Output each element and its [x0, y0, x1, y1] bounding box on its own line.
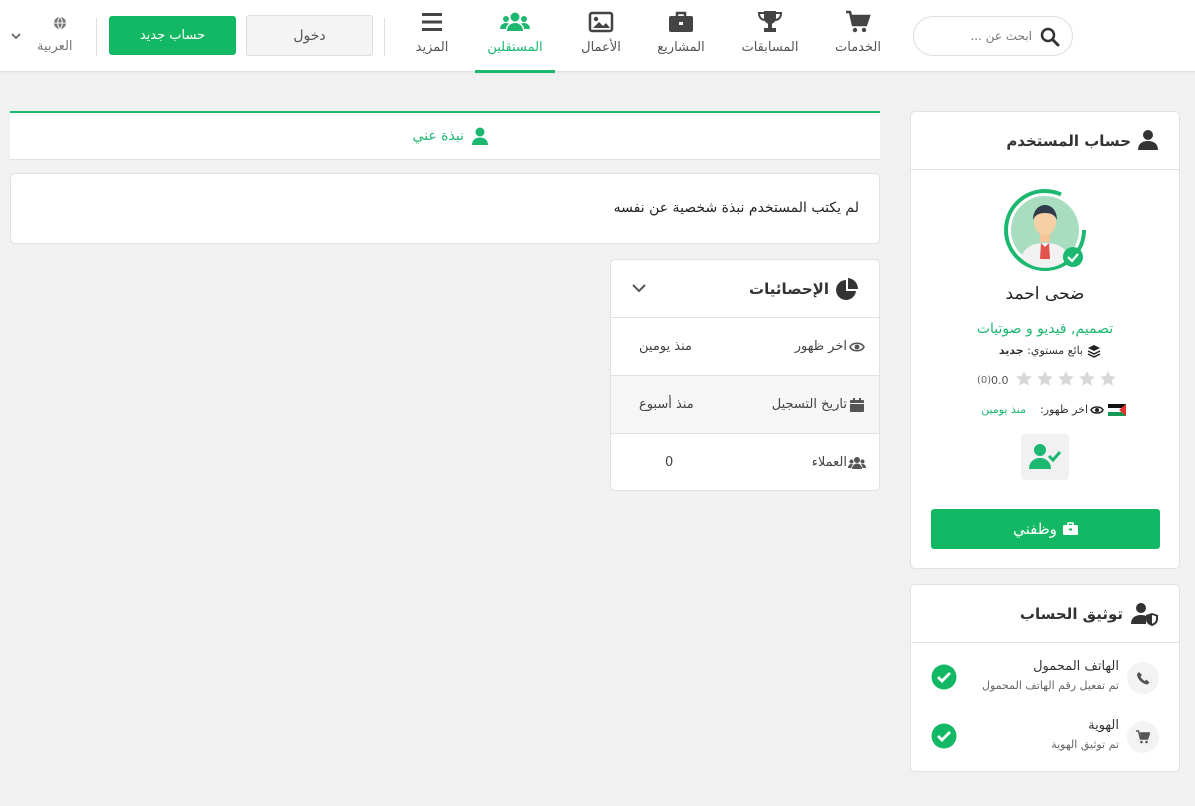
user-name: ضحى احمد	[1005, 284, 1085, 304]
nav-more[interactable]: المزيد	[410, 10, 454, 72]
stat-label: تاريخ التسجيل	[771, 397, 847, 412]
phone-icon	[1137, 672, 1150, 685]
last-seen: اخر ظهور: منذ يومين	[966, 402, 1126, 418]
verify-row-phone: الهاتف المحمول تم تفعيل رقم الهاتف المحم…	[911, 655, 1179, 699]
bio-text: لم يكتب المستخدم نبذة شخصية عن نفسه	[613, 200, 859, 216]
avatar[interactable]	[1003, 188, 1087, 272]
stat-value: منذ يومين	[639, 339, 692, 354]
star-rating-icons	[1016, 371, 1115, 386]
verify-subtitle: تم توثيق الهوية	[1051, 738, 1119, 751]
stat-row-registration-date: تاريخ التسجيل منذ أسبوع	[611, 376, 879, 434]
briefcase-icon	[1062, 522, 1078, 535]
nav-portfolio[interactable]: الأعمال	[574, 10, 628, 72]
stat-row-last-seen: اخر ظهور منذ يومين	[611, 318, 879, 376]
check-circle-icon	[931, 723, 957, 749]
chevron-down-icon[interactable]	[631, 282, 647, 294]
rating: (0) 0.0	[977, 370, 1117, 390]
verify-subtitle: تم تفعيل رقم الهاتف المحمول	[981, 679, 1119, 692]
cart-icon	[1136, 730, 1150, 744]
hire-me-button[interactable]: وظفني	[931, 509, 1160, 549]
stat-label: اخر ظهور	[794, 339, 847, 354]
layers-icon	[1087, 345, 1101, 358]
stat-row-clients: العملاء 0	[611, 434, 879, 490]
statistics-card: الإحصائيات اخر ظهور منذ يومين تاريخ التس…	[610, 259, 880, 491]
nav-label: المزيد	[415, 40, 449, 55]
cart-icon	[846, 10, 871, 33]
top-header: كفيل ابحث عن ... الخدمات المسابقات	[0, 0, 1195, 73]
card-title: حساب المستخدم	[1006, 132, 1131, 150]
follow-button[interactable]	[1021, 434, 1069, 480]
verify-row-identity: الهوية تم توثيق الهوية	[911, 714, 1179, 758]
users-icon	[848, 457, 866, 469]
language-label: العربية	[37, 39, 73, 54]
search-placeholder: ابحث عن ...	[970, 29, 1032, 43]
account-verification-card: توثيق الحساب الهاتف المحمول تم تفعيل رقم…	[910, 584, 1180, 772]
card-header: حساب المستخدم	[911, 112, 1179, 170]
nav-label: الخدمات	[835, 40, 881, 55]
trophy-icon	[757, 11, 783, 32]
login-button[interactable]: دخول	[246, 15, 373, 56]
briefcase-icon	[669, 11, 693, 32]
rating-value: 0.0	[991, 374, 1009, 387]
user-shield-icon	[1131, 603, 1158, 626]
tab-about-me[interactable]: نبذة عني	[10, 111, 880, 160]
verify-title: الهاتف المحمول	[1033, 659, 1119, 674]
user-account-card: حساب المستخدم ضحى احمد تصميم, فيديو و صو…	[910, 111, 1180, 569]
search-box[interactable]: ابحث عن ...	[913, 16, 1073, 56]
nav-projects[interactable]: المشاريع	[652, 10, 710, 72]
stat-value: 0	[665, 455, 674, 470]
site-logo[interactable]: كفيل	[1081, 8, 1195, 62]
seller-level-label: بائع مستوي:	[1027, 344, 1083, 357]
rating-count: (0)	[977, 375, 992, 386]
card-header: توثيق الحساب	[911, 585, 1179, 643]
search-icon[interactable]	[1040, 27, 1060, 47]
globe-icon	[54, 16, 66, 30]
calendar-icon	[850, 398, 864, 412]
eye-icon	[849, 342, 865, 352]
pie-chart-icon	[836, 278, 859, 300]
users-icon	[500, 12, 530, 31]
verify-title: الهوية	[1088, 718, 1119, 733]
card-header[interactable]: الإحصائيات	[611, 260, 879, 318]
menu-icon	[422, 13, 442, 31]
nav-label: المسابقات	[741, 40, 799, 55]
nav-active-indicator	[475, 70, 555, 73]
hire-me-label: وظفني	[1013, 520, 1057, 538]
nav-label: المستقلين	[487, 40, 543, 55]
card-title: توثيق الحساب	[1019, 605, 1123, 623]
card-title: الإحصائيات	[749, 280, 829, 298]
nav-contests[interactable]: المسابقات	[738, 10, 802, 72]
last-seen-value: منذ يومين	[981, 403, 1026, 416]
user-check-icon	[1029, 444, 1061, 469]
user-specialty[interactable]: تصميم, فيديو و صوتيات	[911, 321, 1179, 337]
seller-level-value: جديد	[998, 344, 1024, 357]
stat-label: العملاء	[811, 455, 847, 470]
nav-services[interactable]: الخدمات	[828, 10, 888, 72]
stat-value: منذ أسبوع	[639, 397, 694, 412]
eye-icon	[1090, 406, 1104, 414]
header-divider	[96, 18, 97, 56]
bio-card: لم يكتب المستخدم نبذة شخصية عن نفسه	[10, 173, 880, 244]
user-icon	[1138, 130, 1158, 150]
signup-button[interactable]: حساب جديد	[109, 16, 236, 55]
nav-label: الأعمال	[581, 40, 621, 55]
last-seen-label: اخر ظهور:	[1040, 403, 1088, 416]
seller-level: بائع مستوي: جديد	[991, 343, 1101, 359]
flag-icon	[1108, 404, 1126, 416]
check-circle-icon	[931, 664, 957, 690]
image-icon	[588, 11, 614, 33]
nav-freelancers[interactable]: المستقلين	[479, 10, 551, 72]
nav-label: المشاريع	[657, 40, 705, 55]
user-icon	[472, 127, 488, 145]
tab-label: نبذة عني	[412, 128, 464, 144]
chevron-down-icon	[11, 33, 21, 40]
header-divider	[384, 18, 385, 56]
svg-text:كفيل: كفيل	[1179, 16, 1181, 62]
language-selector[interactable]: العربية	[8, 16, 83, 58]
